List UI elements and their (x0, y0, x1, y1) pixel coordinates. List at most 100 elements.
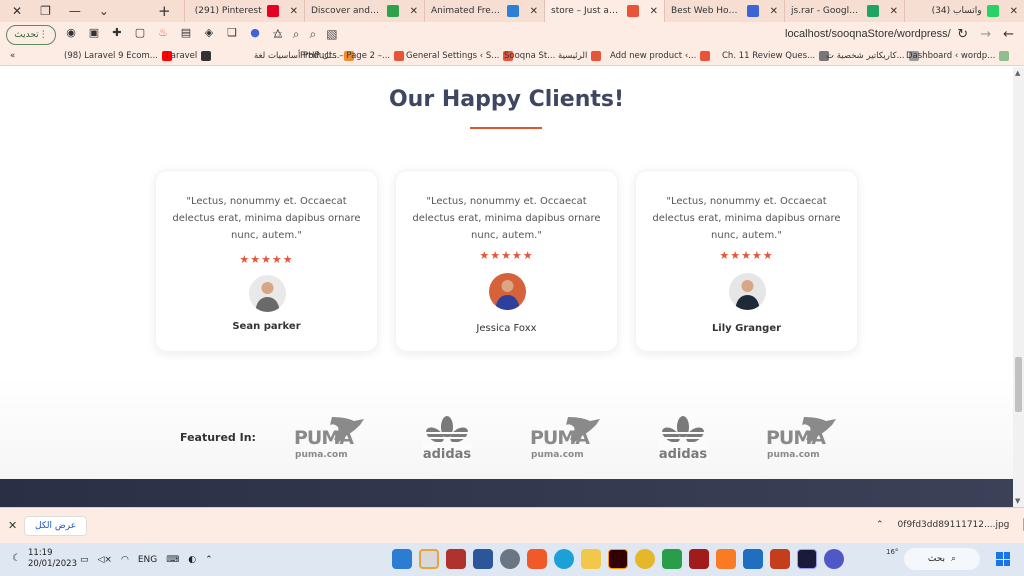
browser-tab[interactable]: ✕ (291) Pinterest (184, 0, 304, 22)
url-field[interactable]: localhost/sooqnaStore/wordpress/ (785, 28, 951, 40)
zoom-icon[interactable]: ⌕ (310, 27, 317, 42)
translate-icon[interactable]: ▧ (326, 27, 337, 42)
chrome-icon[interactable] (635, 549, 655, 569)
language-indicator[interactable]: ENG (138, 555, 157, 565)
restore-window-icon[interactable]: ❐ (40, 4, 51, 18)
scrollbar[interactable]: ▲ ▼ (1013, 67, 1024, 507)
testimonial-card: "Lectus, nonummy et. Occaecat delectus e… (395, 170, 618, 352)
chevron-up-icon[interactable]: ⌃ (205, 555, 213, 565)
weather-widget[interactable]: 16° (886, 548, 898, 556)
bookmark-item[interactable]: General Settings ‹ S... (406, 51, 514, 61)
back-icon[interactable]: ← (1003, 27, 1014, 42)
bookmark-item[interactable]: Ch. 11 Review Ques... (722, 51, 830, 61)
file-explorer-icon[interactable] (581, 549, 601, 569)
color-icon[interactable]: ● (248, 26, 262, 40)
page-content: Our Happy Clients! "Lectus, nonummy et. … (0, 67, 1013, 507)
bookmark-star-icon[interactable]: ☆ (272, 27, 283, 42)
search-icon[interactable]: ⌕ (293, 27, 300, 42)
search-icon: ⌕ (951, 554, 957, 564)
wifi-icon[interactable]: ◠ (121, 555, 129, 565)
bookmark-item[interactable]: Laravel (166, 51, 212, 61)
close-tab-icon[interactable]: ✕ (410, 6, 418, 17)
tab-title: (291) Pinterest (194, 6, 262, 16)
filezilla-icon[interactable] (689, 549, 709, 569)
tab-favicon-icon (986, 5, 999, 17)
after-effects-icon[interactable] (797, 549, 817, 569)
volume-icon[interactable]: ◁× (98, 555, 112, 565)
close-tab-icon[interactable]: ✕ (650, 6, 658, 17)
close-tab-icon[interactable]: ✕ (530, 6, 538, 17)
browser-tab[interactable]: ✕ Best Web Hosting - D (664, 0, 784, 22)
tab-search-icon[interactable]: ⌄ (99, 4, 109, 18)
close-tab-icon[interactable]: ✕ (770, 6, 778, 17)
minimize-window-icon[interactable]: — (69, 4, 81, 18)
chrome-profile-icon[interactable] (419, 549, 439, 569)
windows-start-icon[interactable] (996, 552, 1010, 566)
bookmark-label: Add new product ‹... (610, 51, 697, 61)
shield-icon[interactable]: ◈ (202, 26, 216, 40)
featured-label: Featured In: (180, 431, 256, 444)
browser-tab[interactable]: ✕ واتساب (34) (904, 0, 1024, 22)
close-tab-icon[interactable]: ✕ (890, 6, 898, 17)
browser-tab[interactable]: ✕ store – Just another W (544, 0, 664, 22)
close-icon[interactable]: ✕ (8, 519, 17, 532)
browser-tab[interactable]: ✕ js.rar - Google Drive (784, 0, 904, 22)
excel-icon[interactable] (662, 549, 682, 569)
browser-tab[interactable]: ✕ Animated Free 3D Mo (424, 0, 544, 22)
adidas-logo: adidas (658, 415, 708, 462)
powerpoint-icon[interactable] (770, 549, 790, 569)
puma-wordmark: PUMA (766, 427, 826, 449)
edge-icon[interactable] (554, 549, 574, 569)
puma-logo: PUMA puma.com (530, 415, 602, 467)
profile-icon[interactable]: ◉ (64, 26, 78, 40)
vscode-icon[interactable] (392, 549, 412, 569)
puma-wordmark: PUMA (530, 427, 590, 449)
puma-url: puma.com (295, 450, 348, 460)
battery-icon[interactable]: ▭ (80, 555, 89, 565)
copy-icon[interactable]: ❏ (225, 26, 239, 40)
bookmark-favicon-icon (201, 51, 212, 61)
taskbar-search[interactable]: بحث ⌕ (904, 548, 980, 570)
puma-logo: PUMA puma.com (294, 415, 366, 467)
reload-icon[interactable]: ↻ (957, 27, 968, 42)
bookmark-item[interactable]: Products – Page 2 –... (300, 51, 405, 61)
close-window-icon[interactable]: ✕ (12, 4, 22, 18)
sidebar-icon[interactable]: ▣ (87, 26, 101, 40)
close-tab-icon[interactable]: ✕ (1010, 6, 1018, 17)
winrar-icon[interactable] (446, 549, 466, 569)
chevron-up-icon[interactable]: ⌃ (876, 520, 884, 530)
fire-icon[interactable]: ♨ (156, 26, 170, 40)
bookmark-item[interactable]: Dashboard ‹ wordp... (906, 51, 1010, 61)
close-tab-icon[interactable]: ✕ (290, 6, 298, 17)
bookmark-item[interactable]: Sooqna St... الرئيسية (504, 51, 602, 61)
bookmark-item[interactable]: Add new product ‹... (610, 51, 711, 61)
scroll-thumb[interactable] (1015, 357, 1022, 412)
extension-b-icon[interactable]: ▢ (133, 26, 147, 40)
settings-icon[interactable] (500, 549, 520, 569)
moon-icon[interactable]: ☾ (12, 553, 21, 564)
testimonial-card: "Lectus, nonummy et. Occaecat delectus e… (635, 170, 858, 352)
mail-icon[interactable] (743, 549, 763, 569)
show-all-button[interactable]: عرض الكل (24, 516, 88, 536)
teams-icon[interactable] (824, 549, 844, 569)
forward-icon[interactable]: → (980, 27, 991, 42)
brave-icon[interactable] (527, 549, 547, 569)
scroll-down-icon[interactable]: ▼ (1015, 497, 1020, 505)
bookmark-item[interactable]: (98) Laravel 9 Ecom... (64, 51, 172, 61)
browser-tab[interactable]: ✕ Discover and downlo (304, 0, 424, 22)
word-icon[interactable] (473, 549, 493, 569)
new-tab-button[interactable]: + (158, 2, 171, 20)
meet-icon[interactable]: ◐ (188, 555, 196, 565)
keyboard-icon[interactable]: ⌨ (166, 555, 179, 565)
scroll-up-icon[interactable]: ▲ (1015, 69, 1020, 77)
download-item[interactable]: ⌃ 0f9fd3dd89111712....jpg (876, 518, 1024, 531)
clock[interactable]: 11:19 20/01/2023 (28, 548, 77, 570)
extensions-icon[interactable]: ✚ (110, 26, 124, 40)
xampp-icon[interactable] (716, 549, 736, 569)
illustrator-icon[interactable] (608, 549, 628, 569)
puma-url: puma.com (531, 450, 584, 460)
bookmark-item[interactable]: « (10, 51, 15, 61)
update-button[interactable]: تحديث ⋮ (6, 25, 56, 45)
notes-icon[interactable]: ▤ (179, 26, 193, 40)
bookmark-item[interactable]: كاريكاتير شخصية ت... (826, 51, 919, 61)
